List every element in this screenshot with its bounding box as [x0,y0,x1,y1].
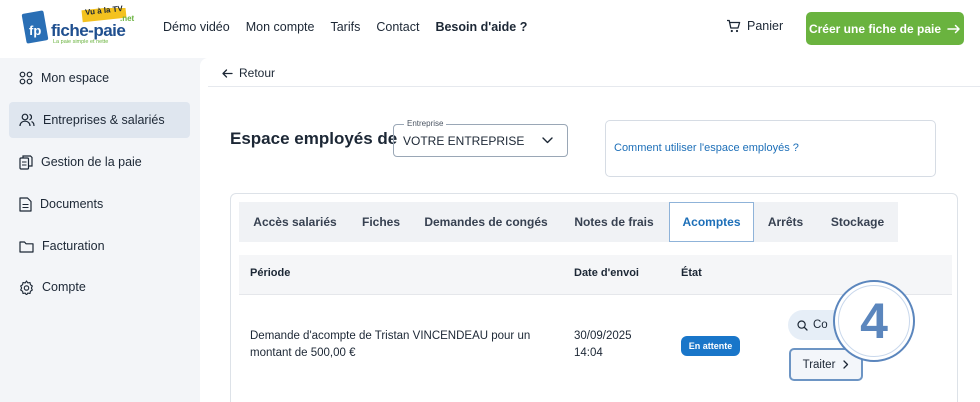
row-period-line-1: Demande d'acompte de Tristan VINCENDEAU … [250,330,531,342]
search-icon [797,319,808,331]
tab-advances[interactable]: Acomptes [669,202,754,242]
cart-icon [727,19,741,33]
header-divider [208,86,980,87]
column-header-period: Période [250,267,291,279]
back-label: Retour [239,66,276,80]
sidebar-item-payroll[interactable]: Gestion de la paie [9,144,190,180]
tab-storage[interactable]: Stockage [817,202,898,242]
company-select[interactable]: Entreprise VOTRE ENTREPRISE [393,119,568,157]
top-bar: fp fiche-paie Vu à la TV .net La paie si… [0,0,980,58]
tab-leave-requests[interactable]: Demandes de congés [411,202,561,242]
row-date: 30/09/2025 [574,330,632,342]
arrow-left-icon [222,68,233,78]
main-nav: Démo vidéo Mon compte Tarifs Contact Bes… [163,20,527,34]
grid-icon [19,71,33,85]
tab-employee-access[interactable]: Accès salariés [239,202,351,242]
create-payslip-button[interactable]: Créer une fiche de paie [806,12,964,45]
sidebar-item-label: Documents [40,197,104,211]
help-link[interactable]: Comment utiliser l'espace employés ? [614,142,799,154]
cart-link[interactable]: Panier [726,19,783,33]
sidebar-item-companies-employees[interactable]: Entreprises & salariés [9,102,190,138]
tab-bar: Accès salariés Fiches Demandes de congés… [239,202,898,242]
row-period-line-2: montant de 500,00 € [250,347,356,359]
folder-icon [19,240,34,253]
sidebar-item-label: Mon espace [41,71,110,85]
logo-suffix: .net [120,14,135,23]
users-icon [19,113,35,127]
sidebar-item-billing[interactable]: Facturation [9,228,190,264]
tab-expense-reports[interactable]: Notes de frais [561,202,667,242]
tab-payslips[interactable]: Fiches [351,202,411,242]
row-time: 14:04 [574,347,603,359]
arrow-right-icon [947,24,960,33]
documents-icon [19,154,33,170]
help-box: Comment utiliser l'espace employés ? [605,120,936,177]
fiche-paie-logo[interactable]: fp fiche-paie Vu à la TV .net La paie si… [20,4,138,48]
svg-text:fp: fp [29,23,41,38]
page-title: Espace employés de [230,129,398,148]
sidebar-item-label: Entreprises & salariés [43,113,165,127]
back-link[interactable]: Retour [222,66,275,80]
sidebar-item-account[interactable]: Compte [9,269,190,305]
tab-sick-leave[interactable]: Arrêts [754,202,817,242]
gear-icon [20,279,33,295]
sidebar: Mon espace Entreprises & salariés Gestio… [0,58,200,402]
row-send-date: 30/09/2025 14:04 [574,328,632,362]
sidebar-item-documents[interactable]: Documents [9,186,190,222]
step-number-ring [838,285,910,357]
nav-pricing[interactable]: Tarifs [330,20,360,34]
nav-help[interactable]: Besoin d'aide ? [435,20,527,34]
sidebar-item-label: Gestion de la paie [41,155,142,169]
company-select-value: VOTRE ENTREPRISE [403,134,525,148]
column-header-send-date: Date d'envoi [574,267,639,279]
chevron-right-icon [843,360,849,369]
consult-label: Co [813,319,828,331]
column-header-status: État [681,267,702,279]
process-label: Traiter [802,358,836,371]
logo-tagline: La paie simple et nette [53,39,109,45]
nav-contact[interactable]: Contact [376,20,419,34]
logo-brand: fiche-paie [51,21,126,40]
create-payslip-label: Créer une fiche de paie [808,21,942,36]
chevron-down-icon [542,137,553,144]
step-number-badge: 4 [833,280,915,362]
company-select-label: Entreprise [404,119,447,128]
nav-demo-video[interactable]: Démo vidéo [163,20,230,34]
row-period: Demande d'acompte de Tristan VINCENDEAU … [250,328,530,362]
table-header: Période Date d'envoi État [239,255,952,295]
cart-label: Panier [747,19,784,33]
sidebar-item-my-space[interactable]: Mon espace [9,60,190,96]
sidebar-item-label: Compte [42,280,86,294]
status-badge: En attente [681,336,740,356]
sidebar-item-label: Facturation [42,239,105,253]
nav-my-account[interactable]: Mon compte [246,20,315,34]
document-icon [19,196,32,212]
